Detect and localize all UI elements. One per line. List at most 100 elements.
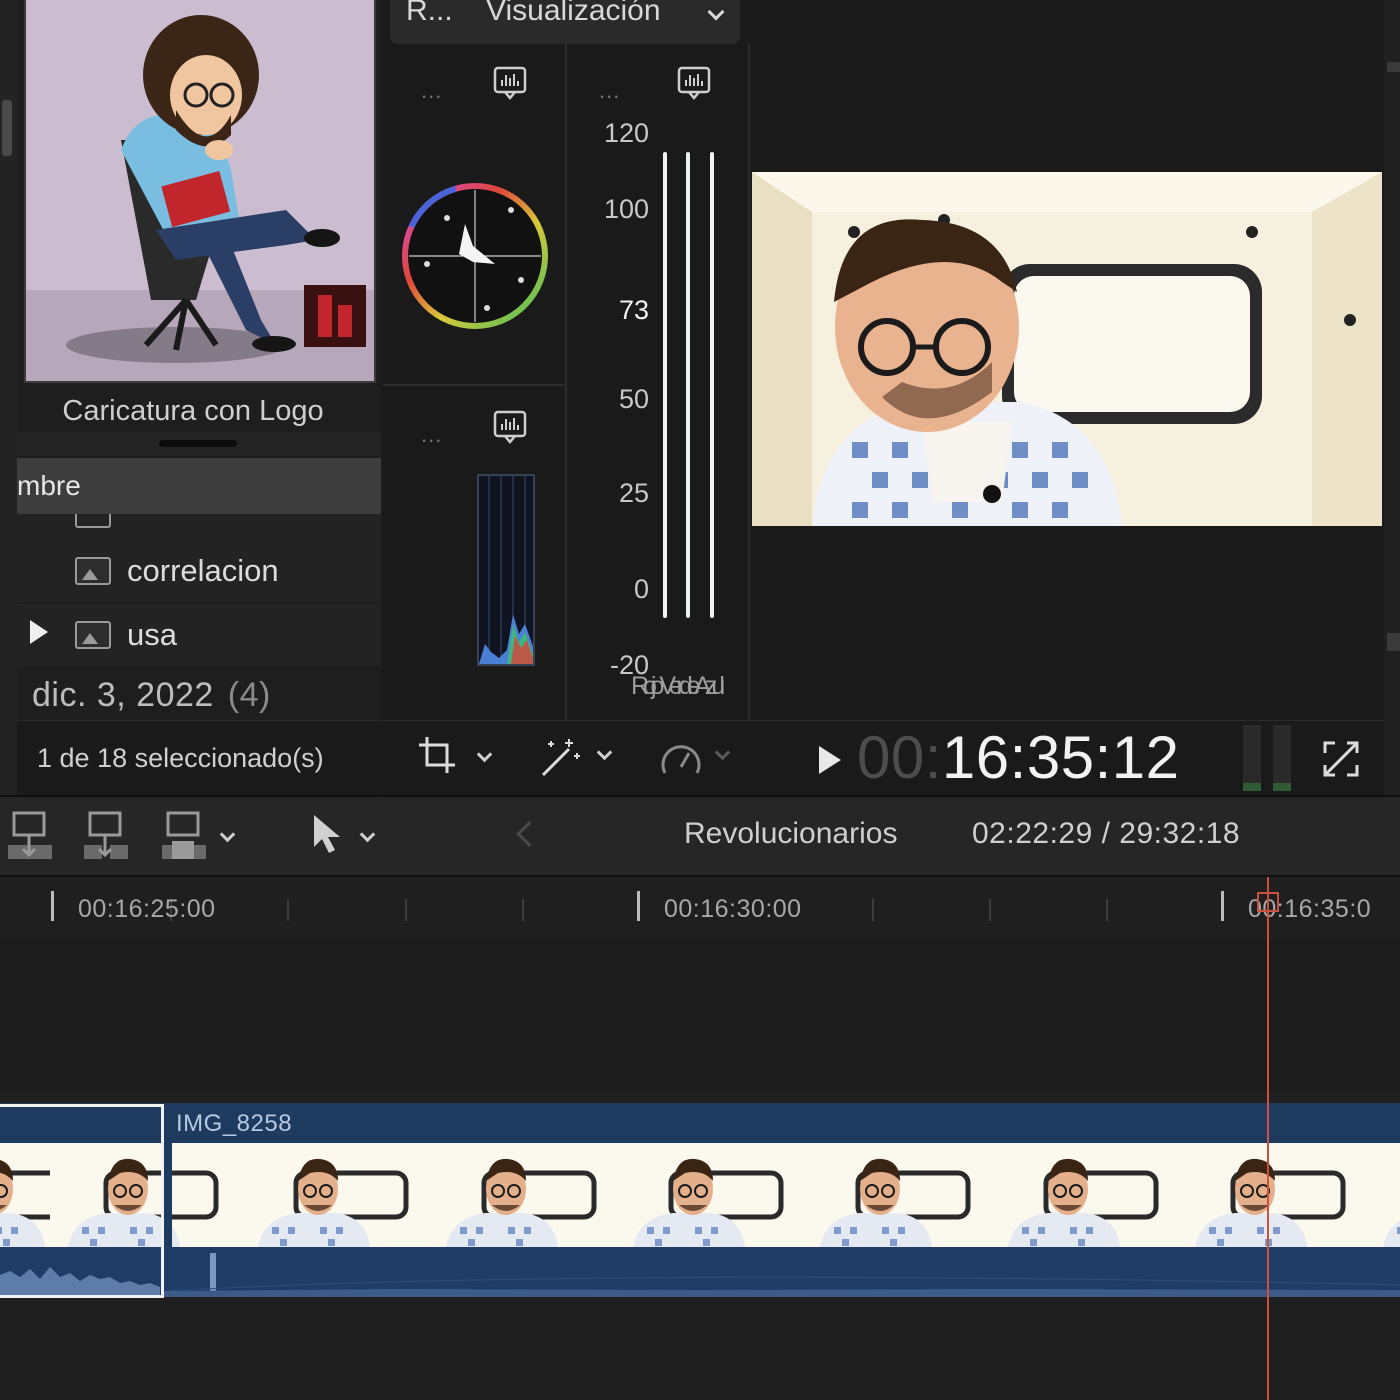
fullscreen-icon[interactable] [1321,739,1361,779]
chevron-down-icon[interactable] [596,744,613,761]
ruler-tick [989,899,991,921]
column-header-label: mbre [17,470,81,501]
scopes-view-menu[interactable]: R... Visualización [390,0,740,44]
list-item-usa[interactable]: usa [17,604,381,666]
ruler-tick [872,899,874,921]
vectorscope [402,183,548,329]
image-icon [75,557,111,585]
magic-wand-icon[interactable] [539,735,583,779]
disclosure-triangle-icon[interactable] [30,620,48,644]
ruler-tick [1221,891,1224,921]
selection-status: 1 de 18 seleccionado(s) [37,743,324,773]
selected-clip-outline[interactable] [0,1104,164,1298]
play-icon[interactable] [819,746,841,774]
arrow-tool-icon[interactable] [310,813,344,857]
timecode-hours: 00: [857,724,942,791]
clip-header[interactable]: IMG_8258 [0,1103,1400,1143]
scope-divider [383,384,565,386]
overwrite-clip-icon[interactable] [160,811,208,861]
chevron-down-icon[interactable] [707,3,725,21]
timeline[interactable]: 00:16:25:00 00:16:30:00 00:16:35:0 IMG_8… [0,877,1400,1400]
audio-waveform [0,1253,1400,1297]
date-group-label: dic. 3, 2022 (4) [32,676,271,715]
ruler-tick [51,891,54,921]
editor-top-area: Caricatura con Logo mbre correlacion usa… [0,0,1400,795]
splitter-grip[interactable] [159,440,237,447]
timeline-empty-area[interactable] [0,1297,1400,1400]
project-position: 02:22:29 / 29:32:18 [972,817,1241,850]
ruler-tick [287,899,289,921]
thumbnail-splitter[interactable] [17,432,381,456]
clip-name: IMG_8258 [176,1110,293,1137]
ruler-tick [522,899,524,921]
left-edge-scroll[interactable] [0,0,17,795]
clip-audio-waveform[interactable] [0,1247,1400,1297]
viewer-toolbar: 00:16:35:12 [383,720,1384,795]
list-item-partial[interactable] [17,514,381,540]
timeline-toolbar: Revolucionarios 02:22:29 / 29:32:18 [0,795,1400,877]
thumbnail-label: Caricatura con Logo [62,395,324,427]
ruler-label: 00:16:30:00 [664,895,802,923]
back-arrow-icon[interactable] [516,821,542,847]
scope-settings-icon[interactable] [493,66,527,100]
scope-options-dots[interactable]: ... [421,78,442,104]
scroll-marker [1387,62,1400,72]
viewer [752,0,1384,720]
speedometer-icon[interactable] [659,739,703,779]
vectorscope-panel: ... ... [383,44,567,720]
rgb-parade-blue [710,152,714,618]
timeline-ruler[interactable]: 00:16:25:00 00:16:30:00 00:16:35:0 [0,877,1400,939]
ruler-tick [1106,899,1108,921]
list-item-label: usa [127,617,177,652]
rgb-parade-red [663,152,667,618]
chevron-down-icon[interactable] [714,744,731,761]
waveform-panel: ... 120 100 73 50 25 0 -20 Rojo Verde Az… [569,44,750,720]
chevron-down-icon[interactable] [219,826,236,843]
browser-footer: 1 de 18 seleccionado(s) [17,720,381,795]
scope-options-dots[interactable]: ... [599,78,620,104]
project-name: Revolucionarios [684,817,898,850]
waveform-tick: 120 [603,118,649,148]
ruler-tick [637,891,640,921]
connect-clip-icon[interactable] [6,811,54,861]
clip-thumbnail[interactable] [24,0,376,383]
timeline-empty-lane[interactable] [0,939,1400,1091]
audio-meter-left [1243,725,1261,791]
crop-icon[interactable] [417,735,457,775]
waveform-tick: 50 [618,384,649,414]
right-edge-scroll[interactable] [1384,0,1400,795]
histogram [477,474,535,666]
viewer-timecode[interactable]: 00:16:35:12 [857,723,1179,792]
scopes-tab-left[interactable]: R... [406,0,453,28]
waveform-tick: 0 [633,574,649,604]
scroll-handle[interactable] [2,100,12,156]
column-header-name[interactable]: mbre [17,458,381,514]
ruler-label: 00:16:25:00 [78,895,216,923]
waveform-tick: 100 [603,194,649,224]
list-item-label: correlacion [127,553,279,588]
image-icon [75,621,111,649]
chevron-down-icon[interactable] [476,746,493,763]
ruler-tick [405,899,407,921]
scopes-view-label[interactable]: Visualización [486,0,661,28]
viewer-frame[interactable] [752,172,1382,526]
date-group-header[interactable]: dic. 3, 2022 (4) [17,670,381,720]
timecode-value: 16:35:12 [941,724,1180,791]
insert-clip-icon[interactable] [82,811,130,861]
scope-settings-icon[interactable] [677,66,711,100]
clip-filmstrip[interactable] [0,1143,1400,1247]
rgb-parade-labels: Rojo Verde Azul [631,672,725,700]
scope-options-dots[interactable]: ... [421,422,442,448]
playhead-handle[interactable] [1257,892,1279,912]
chevron-down-icon[interactable] [359,826,376,843]
video-frame-image [752,172,1382,526]
playhead[interactable] [1267,877,1269,1400]
date-group-date: dic. 3, 2022 [32,676,214,714]
list-item-correlacion[interactable]: correlacion [17,540,381,602]
date-group-count: (4) [227,676,271,714]
rgb-parade-green [686,152,690,618]
waveform-tick: 25 [618,478,649,508]
caricature-image [26,0,374,381]
waveform-tick: 73 [618,295,649,325]
scope-settings-icon[interactable] [493,410,527,444]
